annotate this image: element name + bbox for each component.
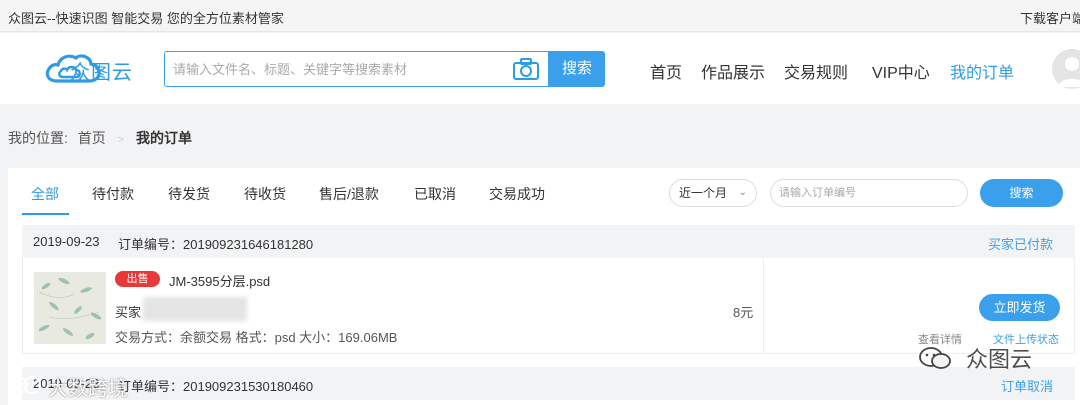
tab-pending-payment[interactable]: 待付款 bbox=[92, 184, 134, 204]
active-tab-indicator bbox=[22, 213, 69, 215]
order-search-button[interactable]: 搜索 bbox=[980, 179, 1063, 207]
trade-info: 交易方式：余额交易 格式：psd 大小：169.06MB bbox=[115, 330, 398, 345]
watermark-source: 大数跨境 bbox=[48, 378, 128, 400]
tab-all[interactable]: 全部 bbox=[31, 184, 59, 204]
order-number: 订单编号：201909231646181280 bbox=[118, 237, 314, 252]
order-price: 8元 bbox=[733, 305, 754, 320]
search-button[interactable]: 搜索 bbox=[549, 51, 605, 87]
nav-home[interactable]: 首页 bbox=[650, 59, 682, 83]
order-date: 2019-09-23 bbox=[33, 234, 100, 249]
order-status[interactable]: 订单取消 bbox=[1001, 376, 1053, 395]
breadcrumb: 我的位置: 首页 > 我的订单 bbox=[8, 128, 192, 148]
site-slogan: 众图云--快速识图 智能交易 您的全方位素材管家 bbox=[8, 11, 284, 26]
breadcrumb-current: 我的订单 bbox=[136, 130, 192, 146]
search-field[interactable] bbox=[164, 51, 549, 87]
tab-pending-receipt[interactable]: 待收货 bbox=[244, 184, 286, 204]
chevron-down-icon: ⌄ bbox=[738, 187, 747, 198]
order-status: 买家已付款 bbox=[987, 237, 1053, 252]
logo-text[interactable]: 众图云 bbox=[70, 56, 133, 85]
ship-now-button[interactable]: 立即发货 bbox=[979, 294, 1060, 321]
nav-vip[interactable]: VIP中心 bbox=[872, 59, 930, 83]
user-icon bbox=[1058, 57, 1080, 87]
camera-icon[interactable] bbox=[512, 57, 540, 81]
nav-my-orders[interactable]: 我的订单 bbox=[950, 59, 1014, 83]
file-name[interactable]: JM-3595分层.psd bbox=[169, 271, 270, 290]
order-header: 2019-09-23 订单编号：201909231530180460 订单取消 bbox=[22, 367, 1075, 400]
watermark-logo-icon bbox=[10, 376, 41, 394]
breadcrumb-prefix: 我的位置: bbox=[8, 130, 68, 146]
chevron-right-icon: > bbox=[117, 134, 125, 146]
watermark-brand: 众图云 bbox=[966, 347, 1033, 372]
wechat-icon bbox=[919, 347, 951, 369]
search-input[interactable] bbox=[165, 52, 505, 86]
buyer-label: 买家 bbox=[115, 305, 142, 320]
nav-works[interactable]: 作品展示 bbox=[701, 59, 765, 83]
view-detail-link[interactable]: 查看详情 bbox=[918, 331, 962, 347]
download-client-link[interactable]: 下载客户端 bbox=[1020, 8, 1080, 27]
order-header: 2019-09-23 订单编号：201909231646181280 买家已付款 bbox=[22, 225, 1075, 258]
product-thumbnail[interactable] bbox=[34, 272, 106, 344]
nav-trade-rules[interactable]: 交易规则 bbox=[784, 59, 848, 83]
tab-completed[interactable]: 交易成功 bbox=[489, 184, 545, 204]
order-number: 订单编号：201909231530180460 bbox=[118, 379, 314, 394]
leaf-pattern-image bbox=[34, 272, 106, 344]
site-header: 众图云 搜索 首页 作品展示 交易规则 VIP中心 我的订单 bbox=[0, 33, 1080, 104]
tab-pending-shipment[interactable]: 待发货 bbox=[168, 184, 210, 204]
order-row: 出售 JM-3595分层.psd 买家 交易方式：余额交易 格式：psd 大小：… bbox=[22, 258, 1075, 354]
divider bbox=[763, 258, 764, 354]
sell-badge: 出售 bbox=[115, 271, 160, 287]
top-strip: 众图云--快速识图 智能交易 您的全方位素材管家 下载客户端 bbox=[0, 0, 1080, 32]
period-value: 近一个月 bbox=[679, 186, 728, 200]
tab-after-sales[interactable]: 售后/退款 bbox=[319, 184, 379, 204]
buyer-name-redacted bbox=[143, 297, 247, 321]
period-select[interactable]: 近一个月 ⌄ bbox=[669, 179, 757, 207]
avatar[interactable] bbox=[1052, 49, 1080, 89]
breadcrumb-home[interactable]: 首页 bbox=[78, 130, 106, 146]
order-number-input[interactable]: 请输入订单编号 bbox=[770, 179, 968, 207]
tab-cancelled[interactable]: 已取消 bbox=[414, 184, 456, 204]
